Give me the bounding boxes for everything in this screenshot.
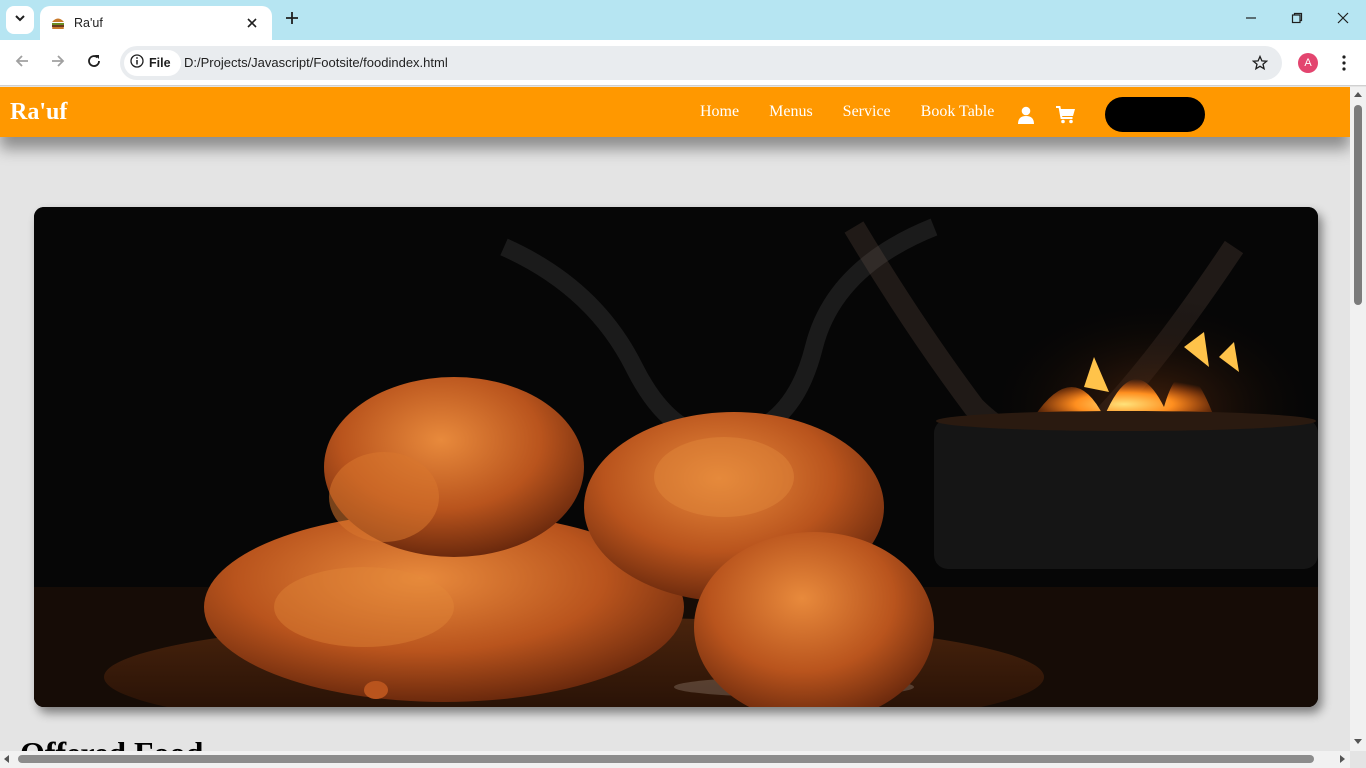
profile-avatar[interactable]: A bbox=[1298, 53, 1318, 73]
site-chip-label: File bbox=[149, 56, 171, 70]
site-logo[interactable]: Ra'uf bbox=[10, 99, 67, 126]
reload-icon bbox=[86, 53, 102, 74]
page-viewport: Ra'uf Home Menus Service Book Table bbox=[0, 87, 1350, 751]
vertical-scroll-thumb[interactable] bbox=[1354, 105, 1362, 305]
browser-toolbar: File D:/Projects/Javascript/Footsite/foo… bbox=[0, 40, 1366, 86]
back-arrow-icon bbox=[14, 53, 30, 74]
new-tab-button[interactable] bbox=[280, 8, 304, 32]
chevron-down-icon bbox=[14, 11, 26, 29]
restore-icon bbox=[1291, 11, 1303, 29]
horizontal-scroll-thumb[interactable] bbox=[18, 755, 1314, 763]
window-close-icon bbox=[1337, 11, 1349, 29]
nav-link-menus[interactable]: Menus bbox=[769, 103, 813, 121]
scroll-up-icon[interactable] bbox=[1354, 92, 1362, 97]
fried-chicken-photo bbox=[34, 207, 1318, 707]
star-icon[interactable] bbox=[1250, 53, 1270, 73]
close-icon[interactable] bbox=[242, 13, 262, 33]
vertical-scrollbar[interactable] bbox=[1350, 87, 1366, 751]
site-info-chip[interactable]: File bbox=[124, 50, 181, 76]
nav-link-book-table[interactable]: Book Table bbox=[921, 103, 995, 121]
nav-links: Home Menus Service Book Table bbox=[700, 87, 994, 137]
browser-tabstrip: Ra'uf bbox=[0, 0, 1366, 40]
minimize-button[interactable] bbox=[1228, 0, 1274, 40]
window-close-button[interactable] bbox=[1320, 0, 1366, 40]
site-navbar: Ra'uf Home Menus Service Book Table bbox=[0, 87, 1350, 137]
cart-icon[interactable] bbox=[1056, 105, 1076, 125]
plus-icon bbox=[285, 11, 299, 30]
active-tab[interactable]: Ra'uf bbox=[40, 6, 272, 40]
nav-link-home[interactable]: Home bbox=[700, 103, 739, 121]
nav-link-service[interactable]: Service bbox=[843, 103, 891, 121]
scroll-right-icon[interactable] bbox=[1340, 755, 1345, 763]
url-text[interactable]: D:/Projects/Javascript/Footsite/foodinde… bbox=[184, 55, 448, 70]
info-icon bbox=[130, 53, 144, 73]
tab-search-button[interactable] bbox=[6, 6, 34, 34]
section-title: Offered Food bbox=[20, 735, 203, 751]
restore-button[interactable] bbox=[1274, 0, 1320, 40]
burger-favicon-icon bbox=[50, 15, 66, 31]
tab-title: Ra'uf bbox=[74, 16, 103, 30]
minimize-icon bbox=[1245, 11, 1257, 29]
user-icon[interactable] bbox=[1016, 105, 1036, 125]
back-button[interactable] bbox=[8, 49, 36, 77]
scroll-down-icon[interactable] bbox=[1354, 739, 1362, 744]
horizontal-scrollbar[interactable] bbox=[0, 751, 1350, 768]
address-bar[interactable]: File D:/Projects/Javascript/Footsite/foo… bbox=[120, 46, 1282, 80]
reload-button[interactable] bbox=[80, 49, 108, 77]
more-vert-icon[interactable] bbox=[1334, 51, 1354, 75]
forward-arrow-icon bbox=[50, 53, 66, 74]
forward-button[interactable] bbox=[44, 49, 72, 77]
nav-action-button[interactable] bbox=[1105, 97, 1205, 132]
hero-image bbox=[34, 207, 1318, 707]
scroll-left-icon[interactable] bbox=[4, 755, 9, 763]
